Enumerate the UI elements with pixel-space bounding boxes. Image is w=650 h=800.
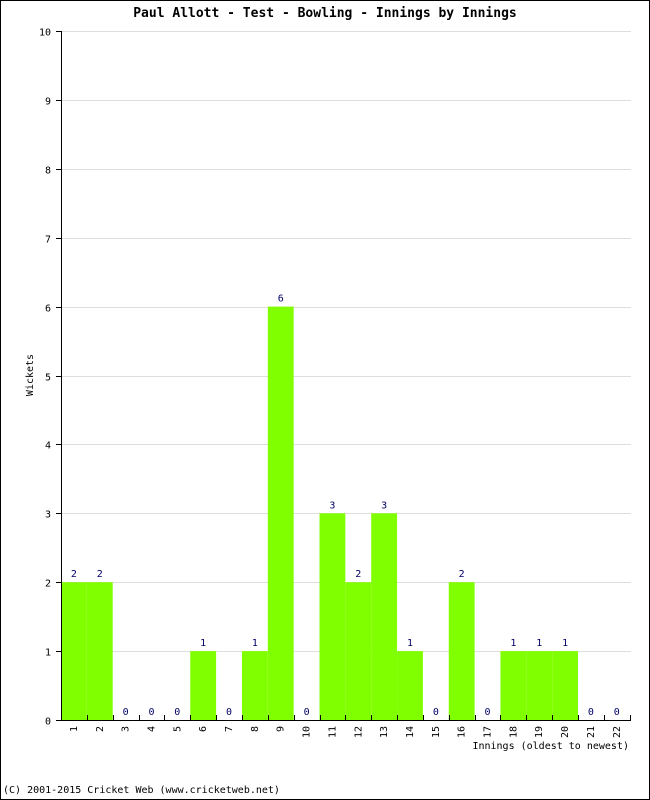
y-tick-label: 1 bbox=[45, 648, 51, 659]
data-label: 2 bbox=[71, 569, 77, 580]
data-label: 3 bbox=[381, 500, 387, 511]
bar bbox=[397, 651, 423, 720]
data-label: 0 bbox=[123, 707, 129, 718]
bar bbox=[241, 651, 268, 720]
data-label: 1 bbox=[536, 638, 542, 649]
data-label: 0 bbox=[226, 707, 232, 718]
x-tick-label: 2 bbox=[95, 726, 106, 732]
x-tick-labels: 1 2 3 4 5 6 7 8 9 10 11 12 13 14 15 16 17 18 19 20 21 22 bbox=[69, 726, 623, 738]
bar bbox=[448, 582, 475, 720]
x-tick-label: 5 bbox=[172, 726, 183, 732]
y-tick-label: 0 bbox=[45, 717, 51, 728]
bar bbox=[526, 651, 553, 720]
y-tick-label: 10 bbox=[39, 28, 51, 39]
y-tick-label: 2 bbox=[45, 579, 51, 590]
bar bbox=[500, 651, 527, 720]
data-label: 6 bbox=[278, 294, 284, 305]
data-label: 1 bbox=[510, 638, 516, 649]
bar bbox=[267, 306, 294, 720]
chart-title: Paul Allott - Test - Bowling - Innings b… bbox=[133, 6, 517, 21]
data-label: 2 bbox=[97, 569, 103, 580]
copyright-footer: (C) 2001-2015 Cricket Web (www.cricketwe… bbox=[3, 785, 280, 796]
data-label: 3 bbox=[329, 500, 335, 511]
x-tick-label: 13 bbox=[379, 726, 390, 738]
y-tick-label: 7 bbox=[45, 235, 51, 246]
x-tick-label: 19 bbox=[534, 726, 545, 738]
bar bbox=[371, 513, 398, 720]
x-tick-label: 14 bbox=[405, 726, 416, 738]
x-tick-label: 4 bbox=[146, 726, 157, 732]
x-tick-label: 20 bbox=[560, 726, 571, 738]
data-label: 0 bbox=[148, 707, 154, 718]
x-tick-label: 17 bbox=[483, 726, 494, 738]
y-tick-label: 3 bbox=[45, 510, 51, 521]
y-axis-label: Wickets bbox=[25, 354, 36, 396]
y-tick-label: 8 bbox=[45, 166, 51, 177]
data-label: 1 bbox=[252, 638, 258, 649]
data-label: 1 bbox=[562, 638, 568, 649]
y-tick-label: 9 bbox=[45, 97, 51, 108]
data-label: 0 bbox=[588, 707, 594, 718]
x-tick-label: 8 bbox=[250, 726, 261, 732]
x-tick-label: 10 bbox=[302, 726, 313, 738]
data-label: 2 bbox=[459, 569, 465, 580]
x-tick-label: 9 bbox=[276, 726, 287, 732]
x-tick-label: 6 bbox=[198, 726, 209, 732]
bar bbox=[552, 651, 579, 720]
bar bbox=[345, 582, 372, 720]
bar-chart: Paul Allott - Test - Bowling - Innings b… bbox=[25, 6, 631, 752]
x-tick-label: 11 bbox=[327, 726, 338, 738]
data-label: 0 bbox=[304, 707, 310, 718]
data-label: 2 bbox=[355, 569, 361, 580]
x-tick-label: 3 bbox=[121, 726, 132, 732]
y-tick-label: 5 bbox=[45, 373, 51, 384]
x-tick-label: 15 bbox=[431, 726, 442, 738]
data-label: 1 bbox=[407, 638, 413, 649]
x-tick-label: 12 bbox=[353, 726, 364, 738]
data-label: 1 bbox=[200, 638, 206, 649]
x-tick-label: 16 bbox=[457, 726, 468, 738]
bar bbox=[190, 651, 217, 720]
x-tick-label: 7 bbox=[224, 726, 235, 732]
data-label: 0 bbox=[485, 707, 491, 718]
x-axis-label: Innings (oldest to newest) bbox=[472, 741, 629, 752]
y-tick-labels: 0 1 2 3 4 5 6 7 8 9 10 bbox=[39, 28, 51, 728]
y-tick-label: 4 bbox=[45, 441, 51, 452]
x-tick-label: 22 bbox=[612, 726, 623, 738]
bar bbox=[61, 582, 87, 720]
gridlines bbox=[61, 31, 631, 652]
data-label: 0 bbox=[433, 707, 439, 718]
data-label: 0 bbox=[174, 707, 180, 718]
x-tick-label: 1 bbox=[69, 726, 80, 732]
data-label: 0 bbox=[614, 707, 620, 718]
x-tick-label: 21 bbox=[586, 726, 597, 738]
bar bbox=[319, 513, 346, 720]
x-tick-label: 18 bbox=[508, 726, 519, 738]
bar bbox=[86, 582, 113, 720]
y-tick-label: 6 bbox=[45, 304, 51, 315]
